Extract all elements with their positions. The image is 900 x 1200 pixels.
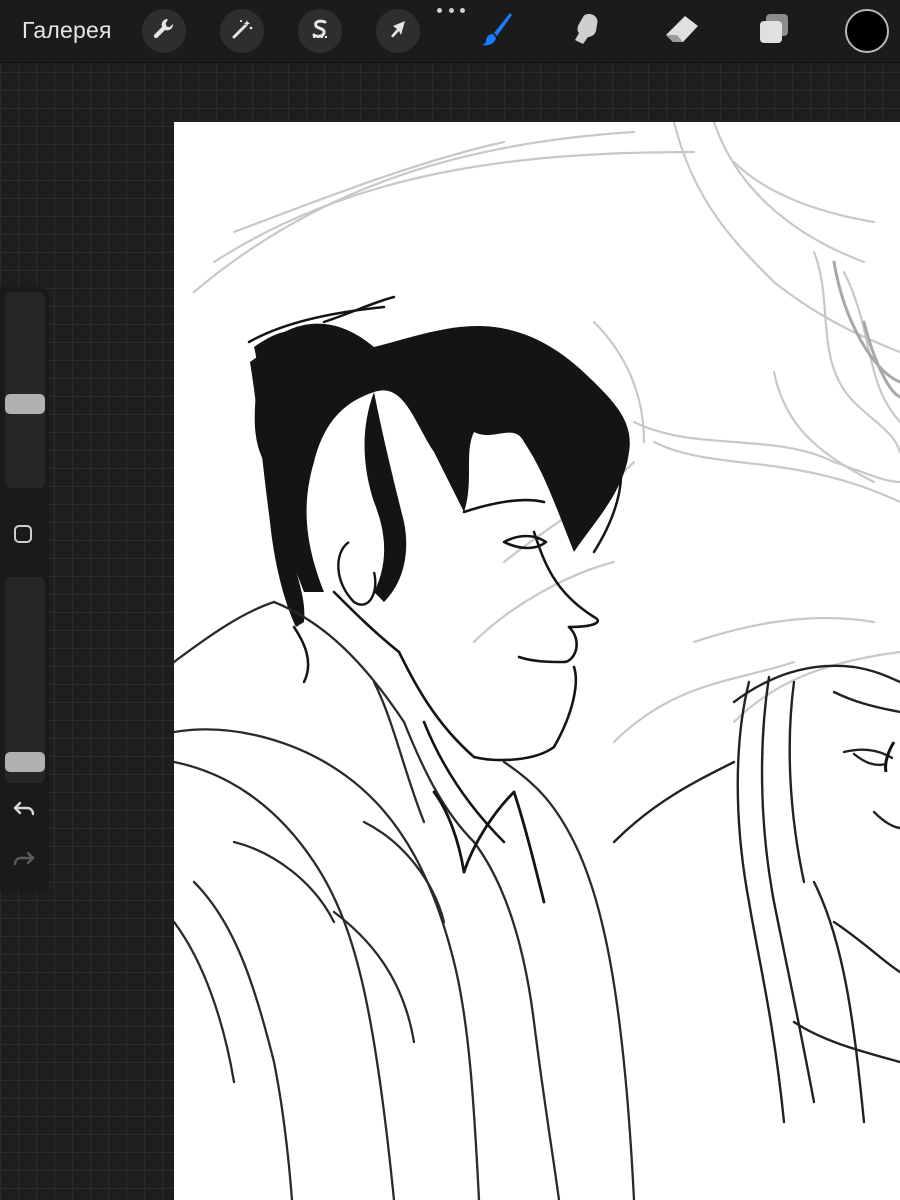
layers-button[interactable] xyxy=(752,9,796,53)
selection-button[interactable] xyxy=(298,9,342,53)
layers-icon xyxy=(756,11,792,52)
undo-icon xyxy=(12,799,36,824)
brush-tool-button[interactable] xyxy=(475,9,519,53)
brush-icon xyxy=(480,11,514,52)
arrow-cursor-icon xyxy=(385,16,411,47)
opacity-slider-thumb[interactable] xyxy=(5,752,45,772)
eraser-icon xyxy=(663,13,701,50)
transform-button[interactable] xyxy=(376,9,420,53)
undo-button[interactable] xyxy=(10,799,38,823)
smudge-finger-icon xyxy=(569,11,605,52)
top-toolbar: Галерея xyxy=(0,0,900,63)
adjustments-button[interactable] xyxy=(220,9,264,53)
gallery-button[interactable]: Галерея xyxy=(22,17,112,44)
brush-size-slider[interactable] xyxy=(5,292,45,488)
drawing-canvas[interactable] xyxy=(174,122,900,1200)
dot-icon xyxy=(448,7,454,13)
selection-s-icon xyxy=(307,16,333,47)
left-sidebar xyxy=(0,287,49,891)
eraser-tool-button[interactable] xyxy=(660,9,704,53)
brush-size-slider-thumb[interactable] xyxy=(5,394,45,414)
opacity-slider[interactable] xyxy=(5,577,45,783)
dot-icon xyxy=(437,7,442,13)
actions-button[interactable] xyxy=(142,9,186,53)
color-picker-swatch[interactable] xyxy=(845,9,889,53)
sketch-artwork xyxy=(174,122,900,1200)
redo-button[interactable] xyxy=(10,849,38,873)
smudge-tool-button[interactable] xyxy=(565,9,609,53)
modify-button[interactable] xyxy=(14,525,32,543)
magic-wand-icon xyxy=(229,16,255,47)
more-options-dots[interactable] xyxy=(437,4,465,16)
redo-icon xyxy=(12,849,36,874)
wrench-icon xyxy=(151,16,177,47)
dot-icon xyxy=(460,7,465,13)
